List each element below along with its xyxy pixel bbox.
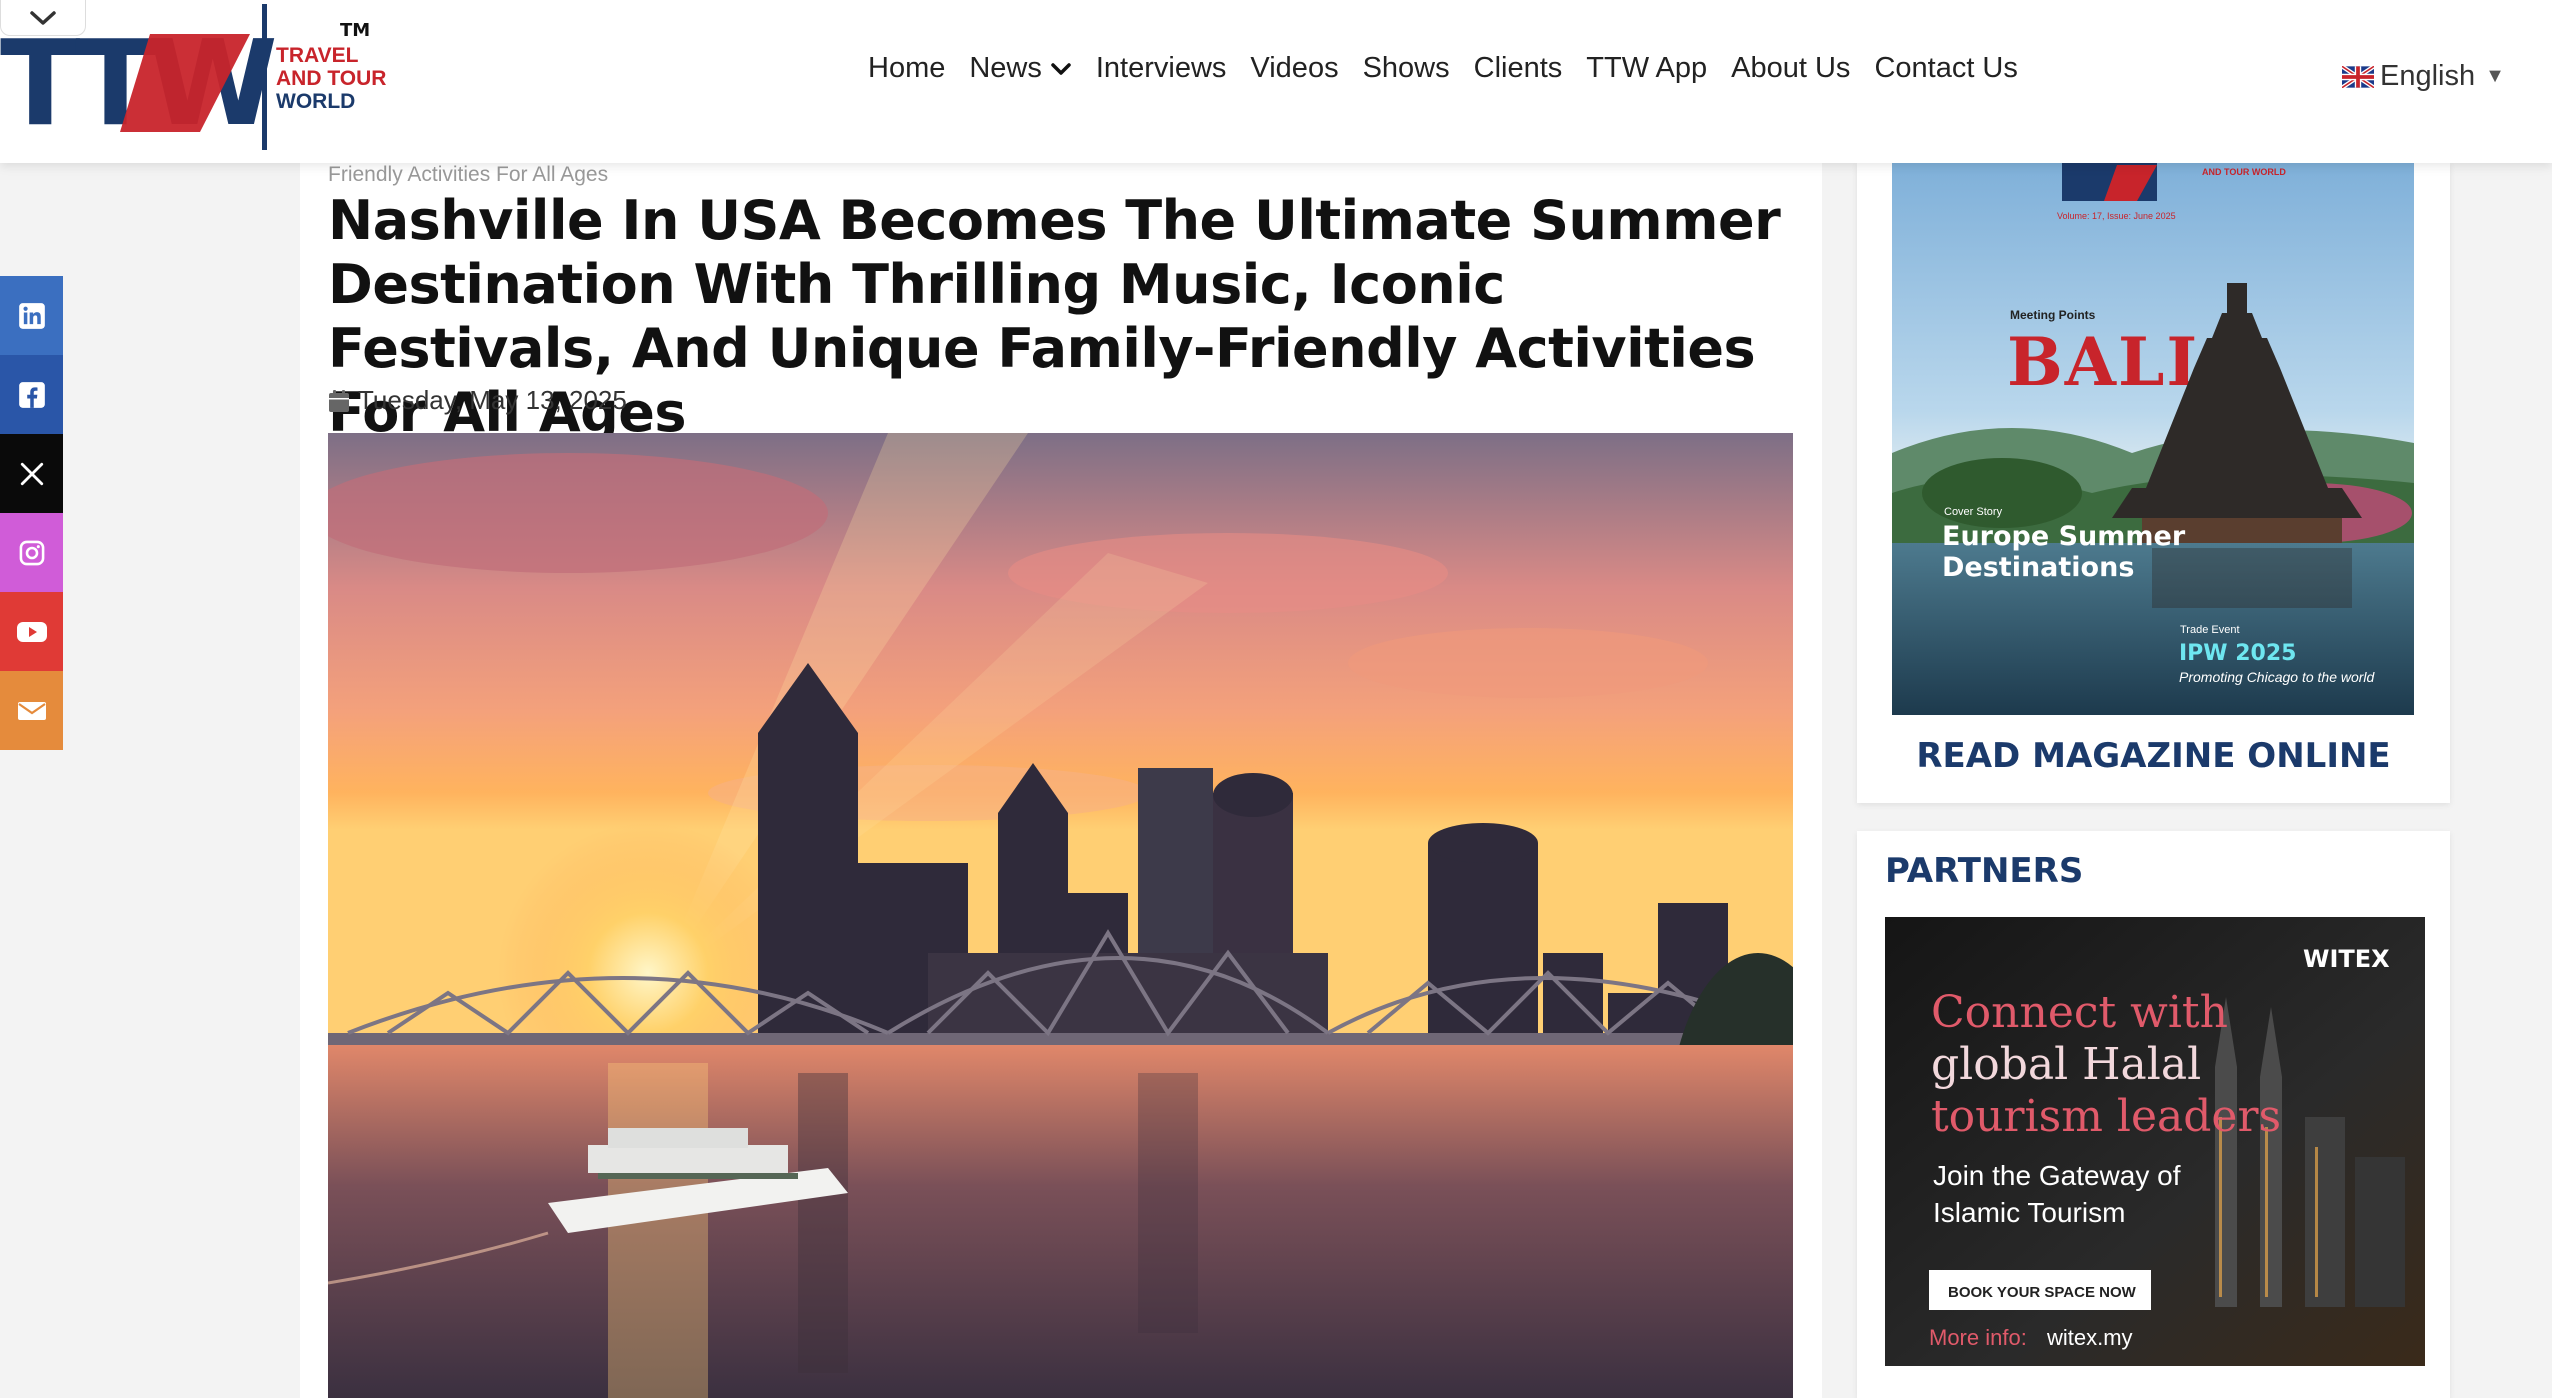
- nav-shows[interactable]: Shows: [1363, 52, 1450, 85]
- article-date: Tuesday, May 13, 2025: [328, 385, 627, 416]
- magazine-cover[interactable]: AND TOUR WORLD Volume: 17, Issue: June 2…: [1892, 163, 2414, 715]
- logo-line2: AND TOUR: [276, 67, 386, 90]
- witex-cta: BOOK YOUR SPACE NOW: [1948, 1284, 2137, 1301]
- nav-home[interactable]: Home: [868, 52, 945, 85]
- partners-widget: PARTNERS WITEX Connect with global Halal…: [1857, 831, 2450, 1398]
- facebook-share[interactable]: [0, 355, 63, 434]
- nav-news[interactable]: News: [969, 52, 1072, 85]
- magazine-masthead-sub: AND TOUR WORLD: [2202, 167, 2286, 177]
- youtube-share[interactable]: [0, 592, 63, 671]
- youtube-icon: [16, 621, 47, 642]
- calendar-icon: [329, 389, 349, 412]
- magazine-cover-story-line1: Europe Summer: [1942, 521, 2186, 552]
- x-icon: [20, 462, 43, 485]
- linkedin-icon: [18, 302, 45, 329]
- envelope-icon: [17, 701, 46, 720]
- magazine-widget: AND TOUR WORLD Volume: 17, Issue: June 2…: [1857, 163, 2450, 803]
- magazine-destination: BALI: [2007, 323, 2199, 401]
- facebook-icon: [18, 381, 45, 408]
- nav-clients[interactable]: Clients: [1474, 52, 1563, 85]
- magazine-volume: Volume: 17, Issue: June 2025: [2057, 211, 2176, 221]
- article-card: Friendly Activities For All Ages Nashvil…: [300, 163, 1822, 1398]
- language-selector[interactable]: English ▼: [2342, 60, 2505, 93]
- witex-sub2: Islamic Tourism: [1933, 1197, 2125, 1228]
- linkedin-share[interactable]: [0, 276, 63, 355]
- uk-flag-icon: [2342, 65, 2374, 88]
- language-label: English: [2380, 60, 2476, 92]
- main-nav: Home News Interviews Videos Shows Client…: [868, 52, 2018, 85]
- logo-tm: TM: [340, 20, 370, 41]
- x-share[interactable]: [0, 434, 63, 513]
- witex-line3: tourism leaders: [1931, 1091, 2281, 1142]
- magazine-trade-event-label: Trade Event: [2180, 624, 2240, 636]
- nav-ttw-app[interactable]: TTW App: [1586, 52, 1707, 85]
- witex-more-label: More info:: [1929, 1325, 2027, 1350]
- nav-about-us[interactable]: About Us: [1731, 52, 1850, 85]
- chevron-down-icon: [30, 10, 56, 25]
- logo-line3: WORLD: [276, 90, 355, 113]
- witex-line2: global Halal: [1931, 1039, 2201, 1090]
- breadcrumb[interactable]: Friendly Activities For All Ages: [328, 163, 608, 187]
- social-share-rail: [0, 276, 63, 750]
- instagram-share[interactable]: [0, 513, 63, 592]
- witex-more-url: witex.my: [2046, 1325, 2133, 1350]
- nav-contact-us[interactable]: Contact Us: [1874, 52, 2017, 85]
- witex-ad-banner[interactable]: WITEX Connect with global Halal tourism …: [1885, 917, 2425, 1366]
- magazine-cover-story-line2: Destinations: [1942, 552, 2134, 583]
- logo-line1: TRAVEL: [276, 44, 359, 67]
- nav-interviews[interactable]: Interviews: [1096, 52, 1227, 85]
- nav-videos[interactable]: Videos: [1250, 52, 1338, 85]
- witex-sub1: Join the Gateway of: [1933, 1160, 2181, 1191]
- magazine-cover-story-label: Cover Story: [1944, 506, 2003, 518]
- magazine-meeting-points: Meeting Points: [2010, 308, 2096, 322]
- magazine-trade-event-tagline: Promoting Chicago to the world: [2179, 669, 2376, 685]
- magazine-trade-event-name: IPW 2025: [2179, 641, 2296, 666]
- instagram-icon: [19, 540, 44, 565]
- hero-image-nashville-skyline: [328, 433, 1793, 1398]
- read-magazine-online-link[interactable]: READ MAGAZINE ONLINE: [1857, 736, 2450, 776]
- collapse-toggle[interactable]: [0, 0, 86, 36]
- caret-down-icon: ▼: [2485, 65, 2505, 87]
- site-header: TTW TM TRAVEL AND TOUR WORLD Home News I…: [0, 0, 2552, 163]
- email-share[interactable]: [0, 671, 63, 750]
- witex-line1: Connect with: [1931, 987, 2228, 1038]
- chevron-down-icon: [1051, 62, 1071, 75]
- witex-brand: WITEX: [2303, 945, 2390, 973]
- partners-heading: PARTNERS: [1885, 851, 2084, 891]
